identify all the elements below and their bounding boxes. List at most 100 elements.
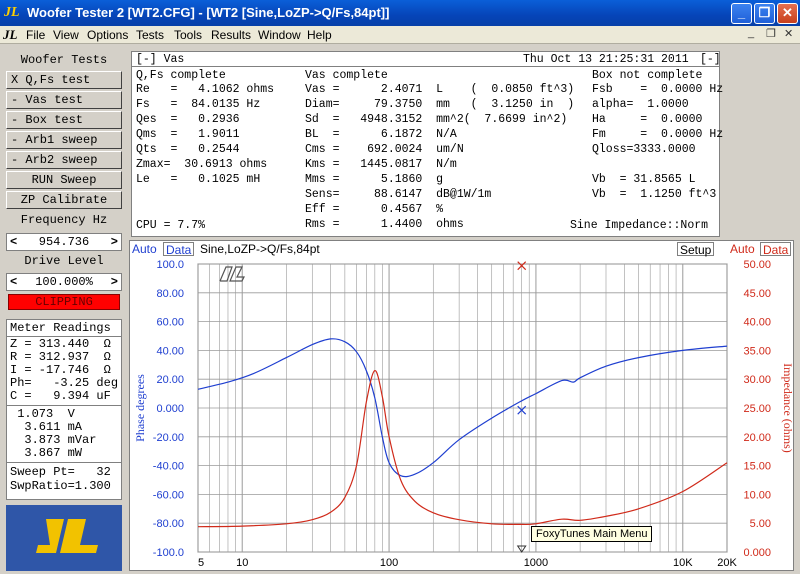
mdi-minimize-icon[interactable]: _ [748, 27, 754, 39]
x-tick-label: 5 [198, 557, 204, 569]
param-fs: Fs = 84.0135 Hz [136, 98, 261, 111]
window-title: Woofer Tester 2 [WT2.CFG] - [WT2 [Sine,L… [27, 5, 390, 20]
frequency-increase-icon[interactable]: > [111, 234, 118, 250]
param-qloss: Qloss=3333.0000 [592, 143, 696, 156]
menu-results[interactable]: Results [211, 28, 251, 42]
meter-readings: Meter Readings Z = 313.440 Ω R = 312.937… [6, 319, 122, 500]
right-tick-label: 5.00 [750, 518, 771, 530]
param-re: Re = 4.1062 ohms [136, 83, 275, 96]
mdi-restore-icon[interactable]: ❐ [766, 27, 776, 40]
param-mms: Mms = 5.1860 g [305, 173, 444, 186]
menu-bar: JL File View Options Tests Tools Results… [0, 26, 800, 44]
frequency-stepper[interactable]: < 954.736 > [6, 233, 122, 251]
left-tick-label: -100.0 [153, 547, 184, 559]
left-tick-label: 60.00 [156, 317, 184, 329]
param-qes: Qes = 0.2936 [136, 113, 240, 126]
param-alpha: alpha= 1.0000 [592, 98, 689, 111]
x-tick-label: 20K [717, 557, 737, 569]
right-tick-label: 30.00 [743, 374, 771, 386]
mdi-close-icon[interactable]: ✕ [784, 27, 793, 40]
param-rms: Rms = 1.4400 ohms [305, 218, 464, 231]
setup-button[interactable]: Setup [677, 242, 715, 257]
zp-calibrate-button[interactable]: ZP Calibrate [6, 191, 122, 209]
left-data-button[interactable]: Data [163, 242, 195, 257]
qfs-test-button[interactable]: X Q,Fs test [6, 71, 122, 89]
param-sd: Sd = 4948.3152 mm^2( 7.6699 in^2) [305, 113, 568, 126]
drive-increase-icon[interactable]: > [111, 274, 118, 290]
vas-status: Vas complete [305, 69, 388, 82]
right-tick-label: 35.00 [743, 345, 771, 357]
x-tick-label: 10 [236, 557, 248, 569]
x-tick-label: 100 [380, 557, 398, 569]
param-cms: Cms = 692.0024 um/N [305, 143, 464, 156]
woofer-tests-header: Woofer Tests [20, 53, 108, 67]
param-ha: Ha = 0.0000 [592, 113, 703, 126]
impedance-mode: Sine Impedance::Norm [570, 219, 709, 232]
restore-icon[interactable]: ❐ [754, 3, 775, 24]
left-tick-label: -60.00 [153, 489, 184, 501]
right-tick-label: 40.00 [743, 317, 771, 329]
param-bl: BL = 6.1872 N/A [305, 128, 457, 141]
left-auto-button[interactable]: Auto [132, 242, 157, 256]
left-tick-label: 20.00 [156, 374, 184, 386]
box-test-button[interactable]: - Box test [6, 111, 122, 129]
menu-help[interactable]: Help [307, 28, 332, 42]
menu-tools[interactable]: Tools [174, 28, 202, 42]
left-tick-label: -80.00 [153, 518, 184, 530]
right-auto-button[interactable]: Auto [730, 242, 755, 256]
left-tick-label: 0.000 [156, 403, 184, 415]
box-status: Box not complete [592, 69, 703, 82]
menu-view[interactable]: View [53, 28, 79, 42]
param-vb-feet: Vb = 1.1250 ft^3 [592, 188, 717, 201]
qfs-status: Q,Fs complete [136, 69, 226, 82]
param-eff: Eff = 0.4567 % [305, 203, 444, 216]
drive-level-stepper[interactable]: < 100.000% > [6, 273, 122, 291]
run-sweep-button[interactable]: RUN Sweep [6, 171, 122, 189]
menu-tests[interactable]: Tests [136, 28, 164, 42]
arb2-sweep-button[interactable]: - Arb2 sweep [6, 151, 122, 169]
right-tick-label: 0.000 [743, 547, 771, 559]
child-window-logo-icon[interactable]: JL [3, 27, 17, 43]
right-tick-label: 25.00 [743, 403, 771, 415]
param-zmax: Zmax= 30.6913 ohms [136, 158, 268, 171]
arb1-sweep-button[interactable]: - Arb1 sweep [6, 131, 122, 149]
vas-datetime: Thu Oct 13 21:25:31 2011 [523, 53, 689, 66]
left-tick-label: -20.00 [153, 432, 184, 444]
title-bar[interactable]: JL Woofer Tester 2 [WT2.CFG] - [WT2 [Sin… [0, 0, 800, 26]
vas-collapse-icon[interactable]: [-] [700, 53, 721, 67]
x-tick-label: 10K [673, 557, 693, 569]
left-tick-label: 80.00 [156, 288, 184, 300]
menu-options[interactable]: Options [87, 28, 128, 42]
vas-panel-title[interactable]: [-] Vas [136, 53, 184, 67]
drive-level-value: 100.000% [35, 275, 93, 289]
param-vas: Vas = 2.4071 L ( 0.0850 ft^3) [305, 83, 575, 96]
right-tick-label: 45.00 [743, 288, 771, 300]
param-vb-liters: Vb = 31.8565 L [592, 173, 696, 186]
close-icon[interactable]: ✕ [777, 3, 798, 24]
clipping-indicator: CLIPPING [8, 294, 120, 310]
jl-logo-icon [6, 505, 122, 571]
impedance-phase-chart[interactable]: 100.0 80.00 60.00 40.00 20.00 0.000 -20.00 -40.… [130, 241, 795, 572]
param-fsb: Fsb = 0.0000 Hz [592, 83, 724, 96]
chart-title: Sine,LoZP->Q/Fs,84pt [200, 242, 320, 256]
param-sens: Sens= 88.6147 dB@1W/1m [305, 188, 492, 201]
app-logo-icon: JL [4, 5, 20, 20]
chart-panel: 100.0 80.00 60.00 40.00 20.00 0.000 -20.00 -40.… [129, 240, 795, 572]
drive-level-label: Drive Level [24, 254, 104, 268]
param-kms: Kms = 1445.0817 N/m [305, 158, 457, 171]
frequency-label: Frequency Hz [20, 213, 108, 227]
param-diam: Diam= 79.3750 mm ( 3.1250 in ) [305, 98, 575, 111]
meter-title: Meter Readings [10, 321, 111, 335]
menu-window[interactable]: Window [258, 28, 301, 42]
right-data-button[interactable]: Data [760, 242, 792, 257]
woofer-tests-panel: Woofer Tests X Q,Fs test - Vas test - Bo… [2, 51, 126, 571]
meter-power: 3.867 mW [10, 446, 83, 460]
minimize-icon[interactable]: _ [731, 3, 752, 24]
meter-sweep-ratio: SwpRatio=1.300 [10, 479, 111, 493]
param-qts: Qts = 0.2544 [136, 143, 240, 156]
vas-test-button[interactable]: - Vas test [6, 91, 122, 109]
menu-file[interactable]: File [26, 28, 45, 42]
meter-sweep-point: Sweep Pt= 32 [10, 465, 111, 479]
left-tick-label: 100.0 [156, 259, 184, 271]
left-tick-label: 40.00 [156, 345, 184, 357]
